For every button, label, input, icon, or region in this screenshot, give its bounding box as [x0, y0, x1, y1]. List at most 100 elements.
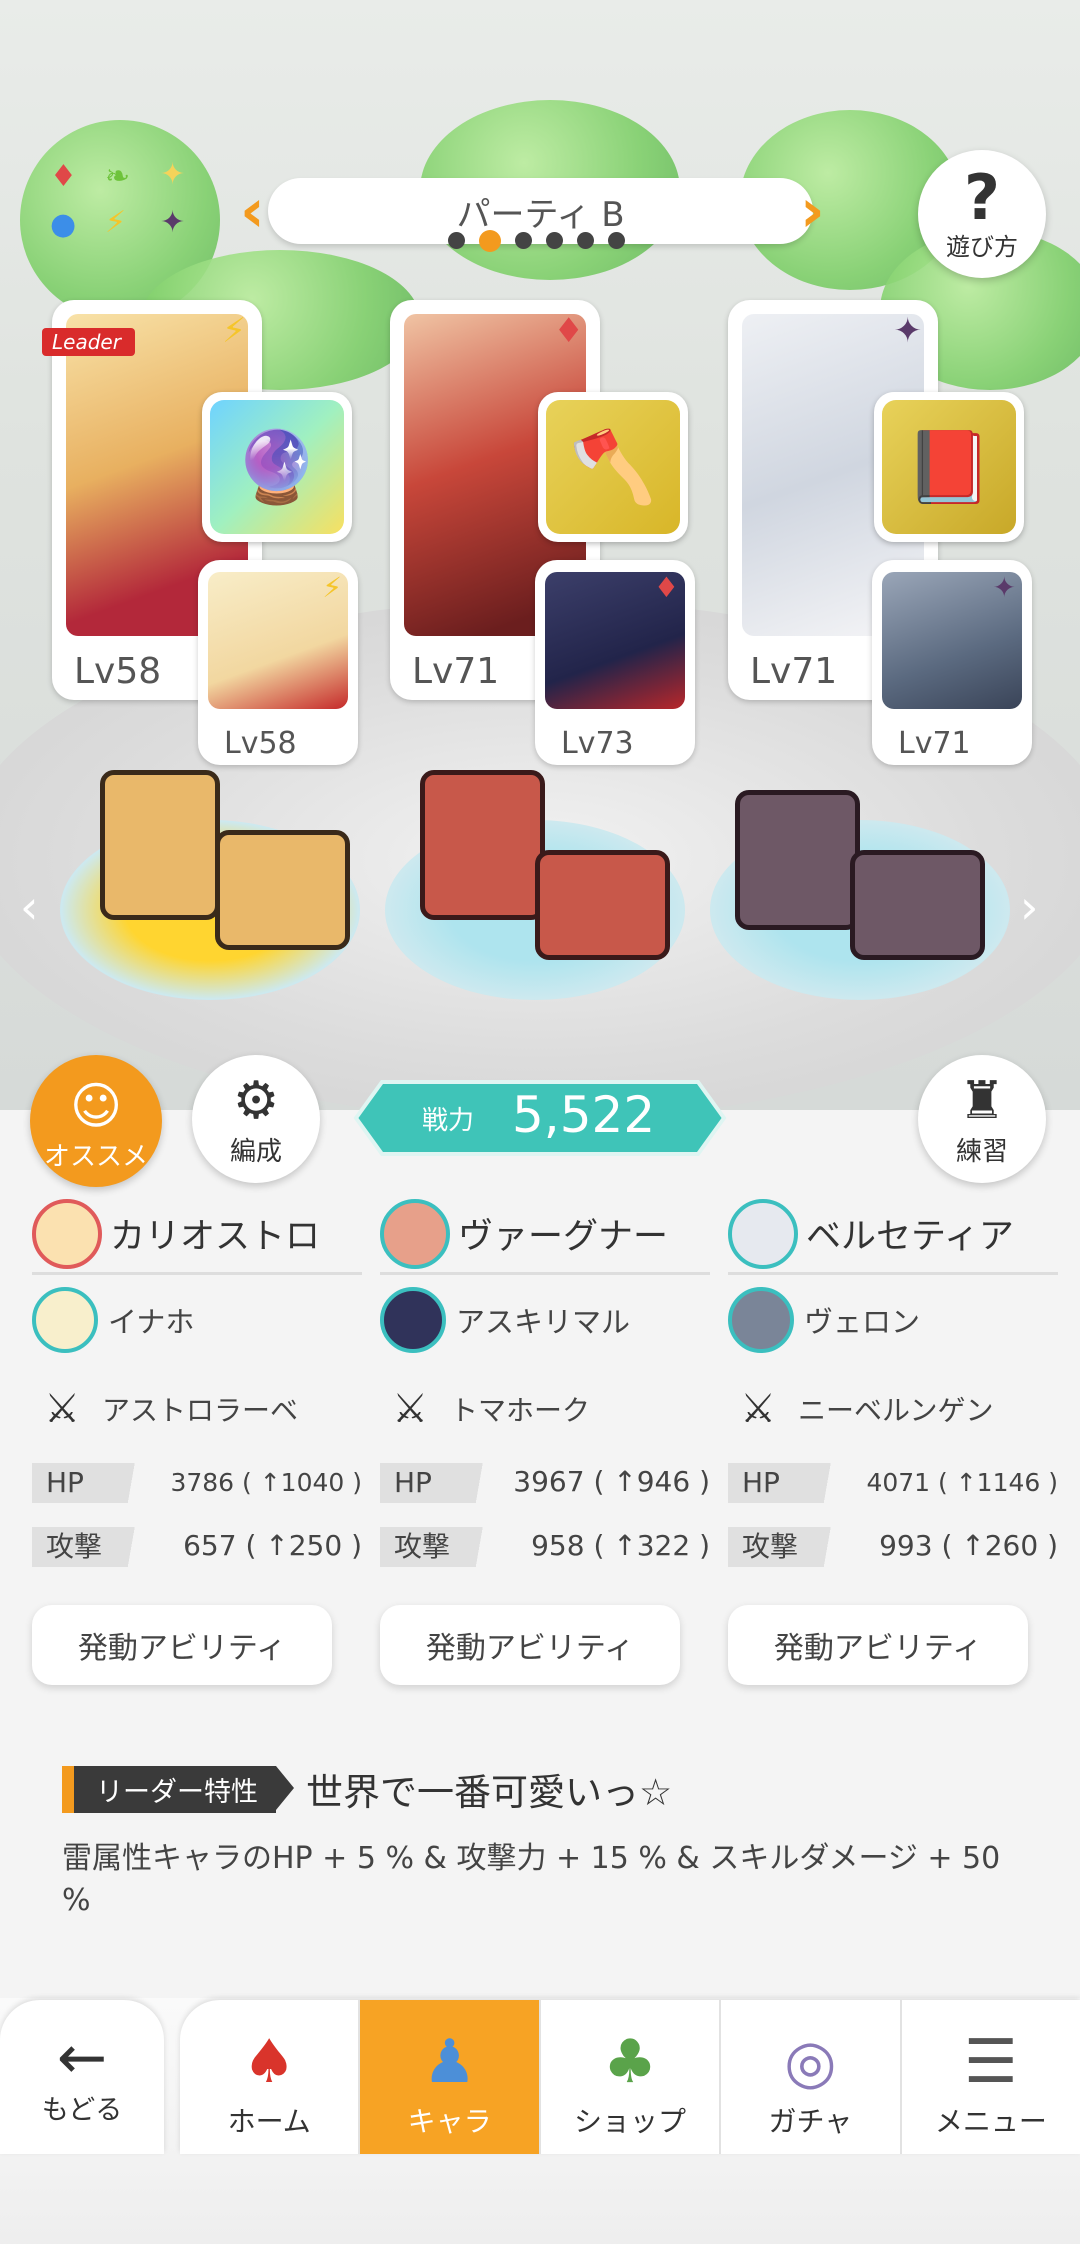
back-label: もどる	[41, 2094, 123, 2126]
fire-icon: ♦	[50, 159, 77, 194]
sub-character-card-1[interactable]: ⚡ Lv58	[198, 560, 358, 765]
sub-character-name: アスキリマル	[456, 1305, 631, 1339]
axe-icon: 🪓	[546, 400, 680, 534]
ability-button[interactable]: 発動アビリティ	[728, 1605, 1028, 1685]
sprite-block-3b	[850, 850, 985, 960]
weapon-row[interactable]: ⚔ ニーベルンゲン	[728, 1365, 1058, 1453]
weapon-icon: ⚔	[740, 1386, 776, 1432]
attack-label: 攻撃	[380, 1527, 510, 1567]
next-party-arrow[interactable]: ›	[800, 178, 825, 244]
tab-gacha[interactable]: ◎ ガチャ	[721, 2000, 902, 2154]
tab-label: キャラ	[407, 2105, 492, 2138]
sprite-block-3	[735, 790, 860, 930]
sub-character-row[interactable]: アスキリマル	[380, 1275, 710, 1365]
water-icon: ●	[50, 207, 77, 242]
formation-gear-icon: ⚙	[232, 1070, 280, 1131]
page-dot[interactable]	[448, 232, 465, 249]
sub-level: Lv58	[224, 726, 297, 761]
leader-skill-header: リーダー特性 世界で一番可愛いっ☆	[62, 1762, 1022, 1816]
sub-character-row[interactable]: ヴェロン	[728, 1275, 1058, 1365]
avatar	[32, 1287, 98, 1353]
sub-level: Lv71	[898, 726, 971, 761]
main-character-name: ベルセティア	[806, 1217, 1014, 1257]
avatar	[380, 1287, 446, 1353]
sub-character-card-2[interactable]: ♦ Lv73	[535, 560, 695, 765]
recommend-label: オススメ	[43, 1142, 148, 1172]
lightning-icon: ⚡	[222, 311, 246, 351]
gacha-portal-icon: ◎	[784, 2027, 837, 2097]
scroll-left-arrow[interactable]: ‹	[20, 880, 38, 934]
weapon-name: アストロラーベ	[102, 1394, 299, 1427]
hp-stat: HP 3967 ( ↑946 )	[380, 1453, 710, 1517]
weapon-card-1[interactable]: 🔮	[202, 392, 352, 542]
menu-list-icon: ☰	[963, 2027, 1018, 2097]
leader-skill-tag: リーダー特性	[62, 1765, 294, 1813]
back-button[interactable]: ← もどる	[0, 2000, 164, 2154]
weapon-row[interactable]: ⚔ アストロラーベ	[32, 1365, 362, 1453]
shop-bag-icon: ♣	[603, 2027, 657, 2097]
party-page-indicator	[448, 230, 625, 252]
main-character-row[interactable]: カリオストロ	[32, 1195, 362, 1275]
power-label: 戦力	[422, 1106, 475, 1136]
leader-skill-description: 雷属性キャラのHP + 5 % & 攻撃力 + 15 % & スキルダメージ +…	[62, 1841, 1001, 1918]
tab-shop[interactable]: ♣ ショップ	[541, 2000, 722, 2154]
page-dot[interactable]	[515, 232, 532, 249]
sub-character-name: イナホ	[108, 1305, 195, 1339]
dark-icon: ✦	[893, 311, 923, 351]
character-column-2: ヴァーグナー アスキリマル ⚔ トマホーク HP 3967 ( ↑946 ) 攻…	[380, 1195, 710, 1685]
sub-character-name: ヴェロン	[804, 1305, 921, 1339]
ability-button[interactable]: 発動アビリティ	[32, 1605, 332, 1685]
sprite-block-1	[100, 770, 220, 920]
lightning-icon: ⚡	[105, 205, 127, 240]
weapon-name: トマホーク	[450, 1394, 591, 1427]
formation-button[interactable]: ⚙ 編成	[192, 1055, 320, 1183]
hp-value: 3967 ( ↑946 )	[513, 1465, 710, 1498]
hp-label: HP	[380, 1463, 510, 1503]
element-filter[interactable]: ♦ ❧ ✦ ● ⚡ ✦	[50, 160, 200, 260]
staff-icon: 🔮	[210, 400, 344, 534]
character-column-1: カリオストロ イナホ ⚔ アストロラーベ HP 3786 ( ↑1040 ) 攻…	[32, 1195, 362, 1685]
tab-chara[interactable]: ♟ キャラ	[360, 2000, 541, 2154]
sub-character-card-3[interactable]: ✦ Lv71	[872, 560, 1032, 765]
sub-character-row[interactable]: イナホ	[32, 1275, 362, 1365]
tab-label: ショップ	[574, 2105, 687, 2138]
attack-label: 攻撃	[32, 1527, 162, 1567]
attack-value: 657 ( ↑250 )	[183, 1529, 362, 1562]
attack-value: 958 ( ↑322 )	[531, 1529, 710, 1562]
weapon-card-3[interactable]: 📕	[874, 392, 1024, 542]
hp-label: HP	[32, 1463, 162, 1503]
avatar	[32, 1198, 102, 1269]
fire-icon: ♦	[553, 311, 584, 351]
avatar	[728, 1287, 794, 1353]
main-character-row[interactable]: ベルセティア	[728, 1195, 1058, 1275]
recommend-button[interactable]: ☺ オススメ	[30, 1055, 162, 1187]
leader-tag: Leader	[42, 328, 135, 356]
practice-button[interactable]: ♜ 練習	[918, 1055, 1046, 1183]
weapon-row[interactable]: ⚔ トマホーク	[380, 1365, 710, 1453]
weapon-card-2[interactable]: 🪓	[538, 392, 688, 542]
page-dot[interactable]	[577, 232, 594, 249]
page-dot[interactable]	[608, 232, 625, 249]
page-dot[interactable]	[546, 232, 563, 249]
dark-icon: ✦	[160, 205, 186, 240]
scroll-right-arrow[interactable]: ›	[1020, 880, 1038, 934]
page-dot-active[interactable]	[479, 230, 501, 252]
attack-value: 993 ( ↑260 )	[879, 1529, 1058, 1562]
help-label: 遊び方	[946, 232, 1018, 261]
sprite-block-1b	[215, 830, 350, 950]
avatar	[380, 1198, 450, 1269]
power-value: 5,522	[512, 1086, 656, 1144]
tab-label: メニュー	[934, 2105, 1047, 2138]
fire-icon: ♦	[653, 571, 679, 604]
tab-label: ホーム	[227, 2105, 311, 2138]
sprite-block-2	[420, 770, 545, 920]
leader-skill-title: 世界で一番可愛いっ☆	[306, 1771, 673, 1814]
leader-skill-panel: リーダー特性 世界で一番可愛いっ☆ 雷属性キャラのHP + 5 % & 攻撃力 …	[62, 1762, 1022, 1922]
prev-party-arrow[interactable]: ‹	[240, 178, 265, 244]
tab-menu[interactable]: ☰ メニュー	[902, 2000, 1080, 2154]
tab-home[interactable]: ♠ ホーム	[180, 2000, 361, 2154]
ability-button[interactable]: 発動アビリティ	[380, 1605, 680, 1685]
home-icon: ♠	[242, 2027, 297, 2097]
main-character-row[interactable]: ヴァーグナー	[380, 1195, 710, 1275]
help-button[interactable]: ? 遊び方	[918, 150, 1046, 278]
